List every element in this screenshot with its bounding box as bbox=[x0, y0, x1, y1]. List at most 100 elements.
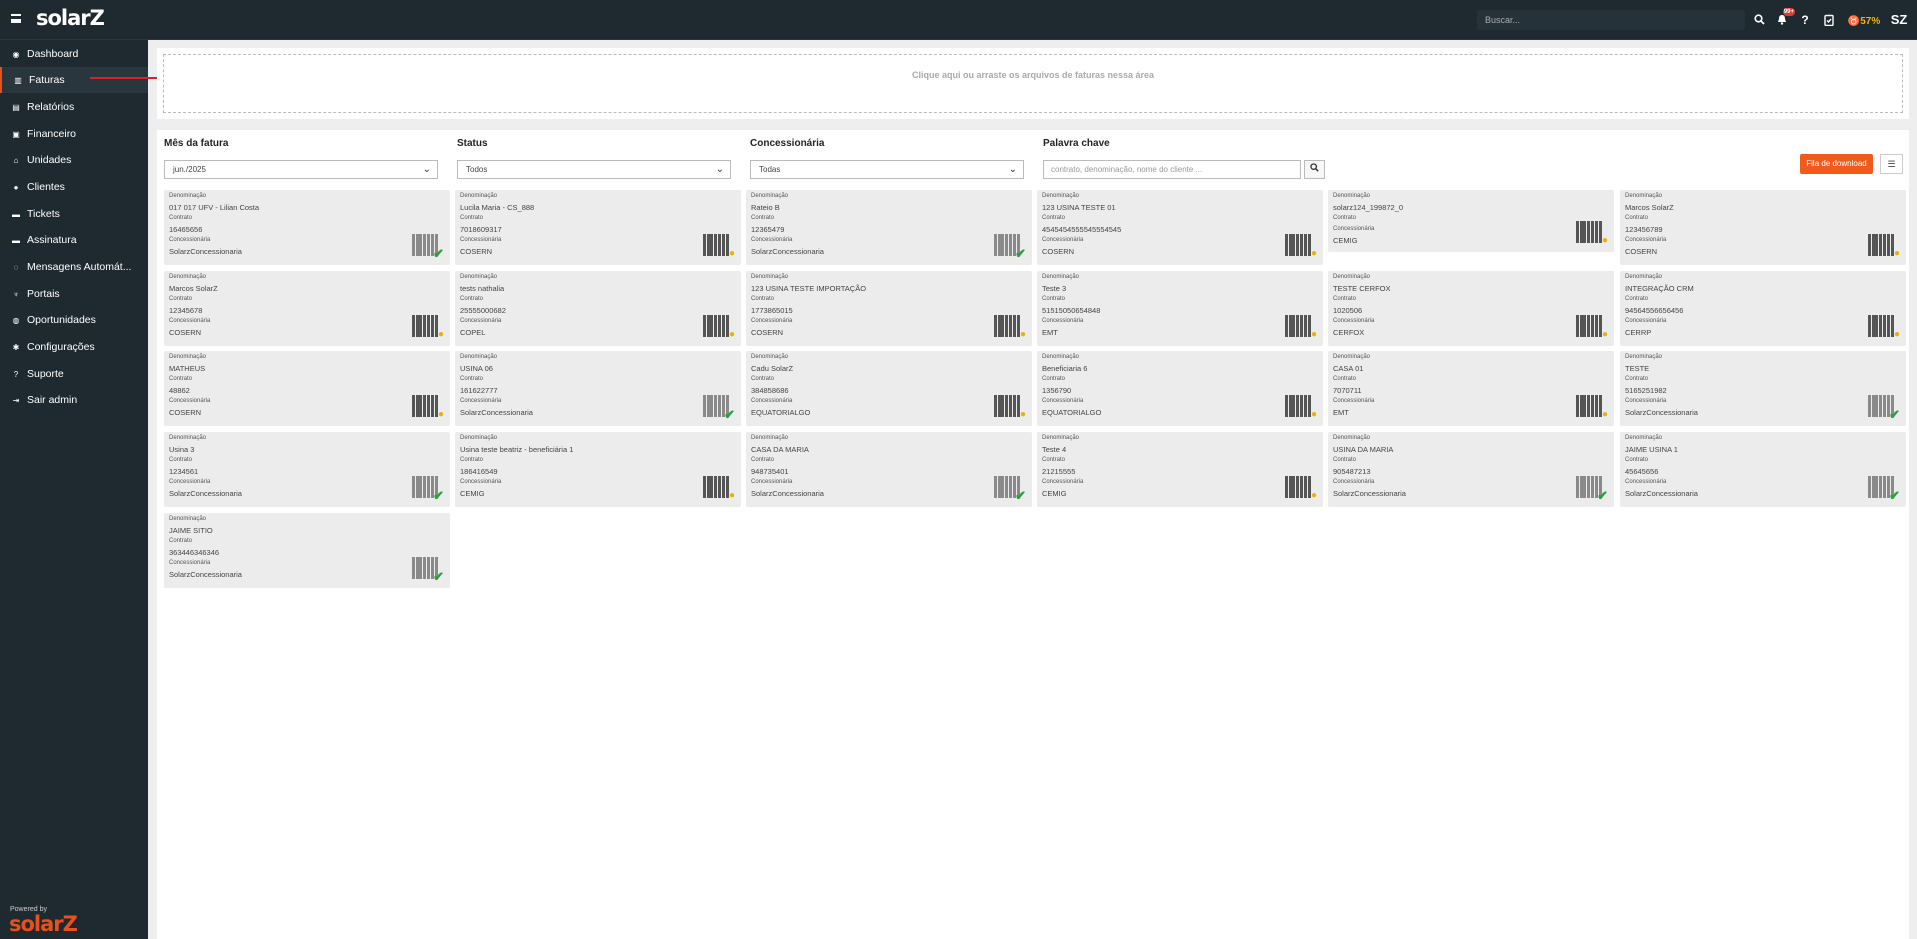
sidebar-item-tickets[interactable]: ▬ Tickets bbox=[0, 201, 148, 227]
invoice-card[interactable]: Denominação Rateio B Contrato 12365479 Conce… bbox=[746, 190, 1032, 265]
invoice-card[interactable]: Denominação Marcos SolarZ Contrato 12345678… bbox=[1620, 190, 1906, 265]
invoice-card[interactable]: Denominação INTEGRAÇÃO CRM Contrato 9456455… bbox=[1620, 271, 1906, 346]
keyword-search-button[interactable] bbox=[1304, 160, 1325, 179]
sidebar-item-relat-rios[interactable]: ▤ Relatórios bbox=[0, 94, 148, 120]
invoice-card[interactable]: Denominação CASA 01 Contrato 7070711 Concess… bbox=[1328, 351, 1614, 426]
sidebar-item-label: Relatórios bbox=[27, 101, 75, 113]
invoice-card[interactable]: Denominação JAIME USINA 1 Contrato 45645656… bbox=[1620, 432, 1906, 507]
invoice-card[interactable]: Denominação Usina 3 Contrato 1234561 Concess… bbox=[164, 432, 450, 507]
sidebar-item-oportunidades[interactable]: ◍ Oportunidades bbox=[0, 307, 148, 333]
denomination-label: Denominação bbox=[460, 354, 498, 360]
barcode-bar bbox=[1292, 315, 1295, 337]
barcode-bar bbox=[1887, 234, 1890, 256]
chevron-down-icon: ⌄ bbox=[715, 164, 724, 175]
pending-icon: ● bbox=[1601, 235, 1608, 246]
card-name: Marcos SolarZ bbox=[1625, 203, 1674, 212]
barcode-icon: ✔ bbox=[1868, 395, 1900, 421]
sidebar-item-mensagens-autom-t[interactable]: ◌ Mensagens Automát... bbox=[0, 254, 148, 280]
invoice-card[interactable]: Denominação TESTE CERFOX Contrato 1020506 Co… bbox=[1328, 271, 1614, 346]
gear-icon: ✱ bbox=[12, 342, 20, 352]
invoice-card[interactable]: Denominação CASA DA MARIA Contrato 94873540… bbox=[746, 432, 1032, 507]
sidebar-item-label: Suporte bbox=[27, 368, 64, 380]
top-bar: solarZ Buscar... 99+ ? ♉57% SZ bbox=[0, 0, 1917, 40]
invoice-card[interactable]: Denominação USINA 06 Contrato 161622777 Conc… bbox=[455, 351, 741, 426]
search-icon[interactable] bbox=[1752, 10, 1766, 30]
barcode-bar bbox=[994, 395, 997, 417]
invoice-card[interactable]: Denominação Beneficiaria 6 Contrato 1356790… bbox=[1037, 351, 1323, 426]
sidebar-item-financeiro[interactable]: ▣ Financeiro bbox=[0, 121, 148, 147]
invoice-card[interactable]: Denominação Usina teste beatriz - benefic… bbox=[455, 432, 741, 507]
bell-icon[interactable]: 99+ bbox=[1775, 8, 1795, 30]
contract-label: Contrato bbox=[169, 376, 193, 382]
invoice-card[interactable]: Denominação Teste 4 Contrato 21215555 Conces… bbox=[1037, 432, 1323, 507]
denomination-label: Denominação bbox=[751, 193, 789, 199]
avatar[interactable]: SZ bbox=[1890, 10, 1908, 30]
sidebar-item-label: Sair admin bbox=[27, 394, 78, 406]
invoice-card[interactable]: Denominação MATHEUS Contrato 48862 Concessio… bbox=[164, 351, 450, 426]
pending-icon: ● bbox=[1019, 409, 1026, 420]
barcode-bar bbox=[703, 395, 706, 417]
denomination-label: Denominação bbox=[169, 193, 207, 199]
barcode-bar bbox=[412, 395, 415, 417]
invoice-card[interactable]: Denominação 123 USINA TESTE IMPORTAÇÃO Con… bbox=[746, 271, 1032, 346]
keyword-input[interactable]: contrato, denominação, nome do cliente .… bbox=[1043, 160, 1301, 179]
invoice-card[interactable]: Denominação solarz124_199872_0 Contrato Con… bbox=[1328, 190, 1614, 252]
brand-logo[interactable]: solarZ bbox=[36, 6, 105, 30]
contract-label: Contrato bbox=[751, 376, 775, 382]
sidebar-item-configura-es[interactable]: ✱ Configurações bbox=[0, 334, 148, 360]
utility-label: Concessionária bbox=[751, 398, 793, 404]
list-view-icon[interactable]: ☰ bbox=[1880, 154, 1903, 174]
sidebar-item-suporte[interactable]: ? Suporte bbox=[0, 361, 148, 387]
contract-label: Contrato bbox=[169, 296, 193, 302]
utility-label: Concessionária bbox=[460, 237, 502, 243]
progress-indicator[interactable]: ♉57% bbox=[1847, 10, 1881, 30]
denomination-label: Denominação bbox=[460, 435, 498, 441]
pending-icon: ● bbox=[728, 329, 735, 340]
card-name: INTEGRAÇÃO CRM bbox=[1625, 284, 1694, 293]
download-queue-button[interactable]: Fila de download bbox=[1800, 154, 1873, 174]
sidebar-item-label: Mensagens Automát... bbox=[27, 261, 132, 273]
barcode-icon: ● bbox=[412, 315, 444, 341]
invoice-card[interactable]: Denominação tests nathalia Contrato 2555500… bbox=[455, 271, 741, 346]
denomination-label: Denominação bbox=[1042, 274, 1080, 280]
barcode-bar bbox=[703, 476, 706, 498]
invoice-card[interactable]: Denominação JAIME SITIO Contrato 3634463463… bbox=[164, 513, 450, 588]
sidebar-item-portais[interactable]: ♆ Portais bbox=[0, 281, 148, 307]
invoice-card[interactable]: Denominação TESTE Contrato 5165251982 Conces… bbox=[1620, 351, 1906, 426]
clipboard-check-icon[interactable] bbox=[1822, 10, 1836, 30]
invoice-card[interactable]: Denominação Lucila Maria - CS_888 Contrato… bbox=[455, 190, 741, 265]
help-icon[interactable]: ? bbox=[1798, 10, 1812, 30]
utility-select[interactable]: Todas ⌄ bbox=[750, 160, 1024, 179]
invoice-card[interactable]: Denominação Teste 3 Contrato 51515050654848… bbox=[1037, 271, 1323, 346]
sidebar-item-assinatura[interactable]: ▬ Assinatura bbox=[0, 227, 148, 253]
invoice-card[interactable]: Denominação USINA DA MARIA Contrato 9054872… bbox=[1328, 432, 1614, 507]
invoice-card[interactable]: Denominação 123 USINA TESTE 01 Contrato 454… bbox=[1037, 190, 1323, 265]
sidebar-item-label: Financeiro bbox=[27, 128, 77, 140]
check-icon: ✔ bbox=[433, 246, 444, 261]
invoice-card[interactable]: Denominação 017 017 UFV - Lilian Costa Con… bbox=[164, 190, 450, 265]
sidebar-item-clientes[interactable]: ● Clientes bbox=[0, 174, 148, 200]
contract-label: Contrato bbox=[751, 457, 775, 463]
sidebar-item-dashboard[interactable]: ◉ Dashboard bbox=[0, 41, 148, 67]
invoice-card[interactable]: Denominação Cadu SolarZ Contrato 384858686 C… bbox=[746, 351, 1032, 426]
barcode-bar bbox=[1595, 395, 1598, 417]
menu-icon[interactable] bbox=[11, 14, 21, 23]
barcode-icon: ● bbox=[703, 315, 735, 341]
card-name: Lucila Maria - CS_888 bbox=[460, 203, 535, 212]
contract-label: Contrato bbox=[1333, 296, 1357, 302]
barcode-bar bbox=[1304, 476, 1307, 498]
card-utility: SolarzConcessionaria bbox=[1333, 489, 1406, 498]
status-select[interactable]: Todos ⌄ bbox=[457, 160, 731, 179]
check-icon: ✔ bbox=[1015, 246, 1026, 261]
denomination-label: Denominação bbox=[1042, 435, 1080, 441]
powered-logo: solarZ bbox=[9, 912, 78, 936]
sidebar-item-unidades[interactable]: ⌂ Unidades bbox=[0, 147, 148, 173]
search-input[interactable]: Buscar... bbox=[1477, 10, 1745, 30]
invoice-card[interactable]: Denominação Marcos SolarZ Contrato 12345678… bbox=[164, 271, 450, 346]
barcode-icon: ● bbox=[1285, 315, 1317, 341]
sidebar-item-sair-admin[interactable]: ⇥ Sair admin bbox=[0, 387, 148, 413]
month-select[interactable]: jun./2025 ⌄ bbox=[164, 160, 438, 179]
barcode-bar bbox=[423, 395, 426, 417]
invoice-dropzone[interactable]: Clique aqui ou arraste os arquivos de fa… bbox=[163, 54, 1903, 113]
denomination-label: Denominação bbox=[1333, 193, 1371, 199]
